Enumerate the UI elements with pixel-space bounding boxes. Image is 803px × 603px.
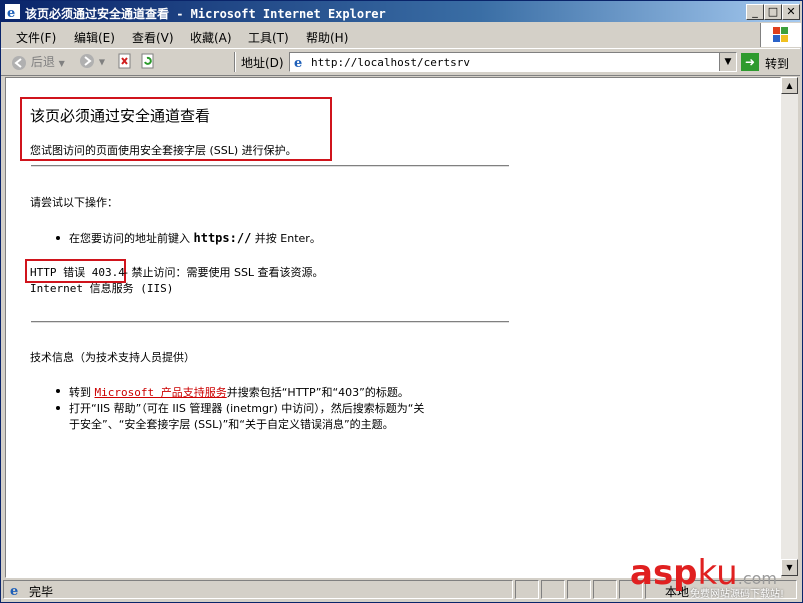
forward-button[interactable]: ▼: [79, 53, 107, 71]
url-text[interactable]: http://localhost/certsrv: [311, 56, 470, 69]
stop-button[interactable]: [117, 53, 133, 71]
tech-item-2-line-1: 打开“IIS 帮助”（可在 IIS 管理器 (inetmgr) 中访问），然后搜…: [69, 402, 425, 415]
menu-favorites[interactable]: 收藏(A): [190, 29, 232, 46]
refresh-button[interactable]: [140, 53, 156, 71]
close-button[interactable]: ✕: [782, 4, 800, 20]
tech-item-1-prefix: 转到: [69, 386, 91, 399]
address-label: 地址(D): [241, 56, 284, 70]
window-title: 该页必须通过安全通道查看 - Microsoft Internet Explor…: [25, 7, 386, 21]
status-cell: [515, 580, 539, 599]
back-arrow-icon: [12, 55, 26, 70]
refresh-icon: [141, 53, 154, 69]
address-dropdown-icon[interactable]: ▼: [719, 53, 736, 71]
page-done-icon: e: [9, 583, 23, 600]
status-main-cell: [3, 580, 513, 599]
internet-explorer-icon: e: [5, 4, 20, 21]
bullet: [56, 236, 60, 240]
scroll-up-icon[interactable]: ▲: [781, 77, 798, 94]
forward-dropdown-icon[interactable]: ▼: [99, 58, 105, 67]
iis-line: Internet 信息服务 (IIS): [30, 282, 174, 295]
minimize-button[interactable]: _: [746, 4, 764, 20]
try-item-suffix: 并按 Enter。: [254, 232, 321, 245]
page-content: 该页必须通过安全通道查看 您试图访问的页面使用安全套接字层 (SSL) 进行保护…: [5, 77, 781, 578]
go-arrow-icon: ➜: [741, 53, 759, 71]
try-item-prefix: 在您要访问的地址前键入: [69, 232, 190, 245]
scroll-down-icon[interactable]: ▼: [781, 559, 798, 576]
try-item: 在您要访问的地址前键入 https:// 并按 Enter。: [69, 230, 321, 246]
menu-edit[interactable]: 编辑(E): [74, 29, 115, 46]
page-heading: 该页必须通过安全通道查看: [30, 107, 211, 125]
error-code: HTTP 错误 403.4: [30, 266, 125, 279]
menu-help[interactable]: 帮助(H): [306, 29, 348, 46]
status-cell: [567, 580, 591, 599]
go-button[interactable]: ➜ 转到: [741, 52, 797, 72]
stop-icon: [118, 53, 131, 69]
maximize-button[interactable]: □: [764, 4, 782, 20]
bullet: [56, 406, 60, 410]
divider: [31, 165, 509, 167]
status-text: 完毕: [29, 585, 54, 599]
divider: [31, 321, 509, 323]
bullet: [56, 389, 60, 393]
go-label: 转到: [765, 57, 790, 71]
vertical-scrollbar[interactable]: ▲ ▼: [781, 77, 798, 576]
watermark-subtitle: 免费网站源码下载站!: [690, 589, 785, 600]
error-description: - 禁止访问：需要使用 SSL 查看该资源。: [124, 266, 324, 279]
menu-file[interactable]: 文件(F): [16, 29, 56, 46]
svg-text:e: e: [7, 6, 15, 19]
tech-item-2-line-2: 于安全”、“安全套接字层 (SSL)”和“关于自定义错误消息”的主题。: [69, 418, 394, 431]
forward-arrow-icon: [80, 54, 94, 68]
tech-item-1: 转到 Microsoft 产品支持服务并搜索包括“HTTP”和“403”的标题。: [69, 384, 409, 400]
back-label: 后退: [30, 55, 55, 69]
menu-tools[interactable]: 工具(T): [248, 29, 289, 46]
windows-logo-icon: [760, 23, 801, 47]
https-prefix: https://: [193, 231, 252, 245]
menu-bar: 文件(F) 编辑(E) 查看(V) 收藏(A) 工具(T) 帮助(H): [1, 24, 761, 46]
svg-text:e: e: [294, 56, 302, 69]
svg-text:e: e: [10, 584, 18, 597]
intro-text: 您试图访问的页面使用安全套接字层 (SSL) 进行保护。: [30, 144, 297, 157]
watermark-asp: asp: [630, 553, 698, 593]
back-button[interactable]: 后退 ▼: [11, 53, 71, 71]
page-icon: e: [293, 55, 307, 71]
status-cell: [593, 580, 617, 599]
tech-label: 技术信息（为技术支持人员提供）: [30, 351, 195, 364]
toolbar-separator: [234, 52, 236, 72]
back-dropdown-icon[interactable]: ▼: [59, 59, 65, 68]
title-bar[interactable]: e 该页必须通过安全通道查看 - Microsoft Internet Expl…: [1, 1, 800, 22]
status-cell: [541, 580, 565, 599]
address-bar[interactable]: e http://localhost/certsrv ▼: [289, 52, 737, 72]
menu-view[interactable]: 查看(V): [132, 29, 174, 46]
support-link[interactable]: Microsoft 产品支持服务: [95, 386, 227, 399]
try-label: 请尝试以下操作：: [30, 196, 118, 209]
toolbar: 后退 ▼ ▼ 地址(D) e http://localhost/certsrv …: [1, 48, 800, 76]
tech-item-1-suffix: 并搜索包括“HTTP”和“403”的标题。: [226, 386, 409, 399]
